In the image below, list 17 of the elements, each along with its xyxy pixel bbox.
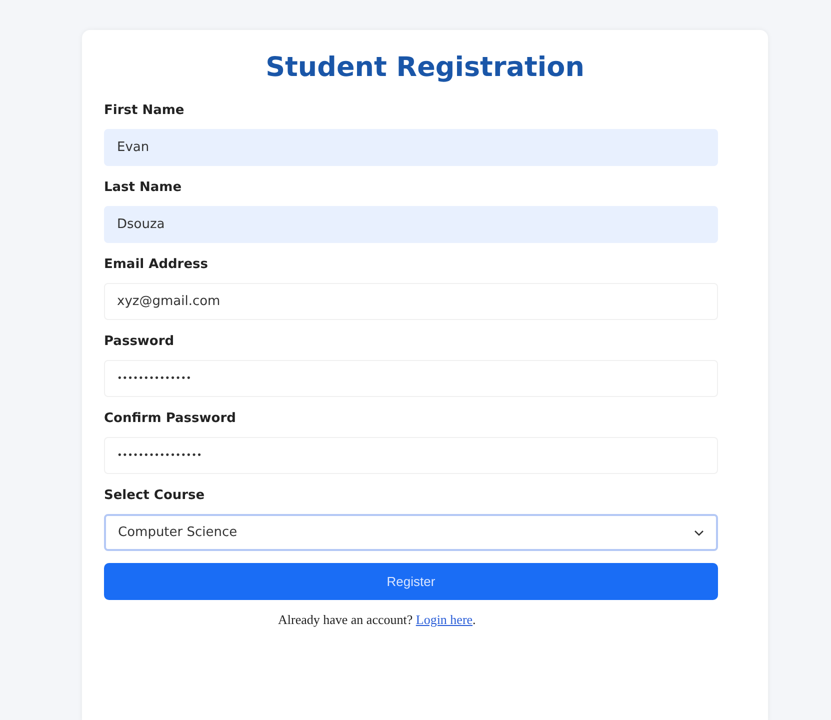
chevron-down-icon	[694, 530, 704, 536]
field-label: First Name	[104, 103, 184, 118]
register-button[interactable]: Register	[104, 563, 718, 600]
login-prompt: Already have an account? Login here.	[278, 612, 476, 628]
field-label: Select Course	[104, 488, 205, 503]
input-field[interactable]: Dsouza	[104, 206, 718, 243]
password-field[interactable]: ••••••••••••••	[104, 360, 718, 397]
password-field[interactable]: ••••••••••••••••	[104, 437, 718, 474]
field-label: Password	[104, 334, 174, 349]
field-label: Email Address	[104, 257, 208, 272]
input-field[interactable]: Evan	[104, 129, 718, 166]
login-link[interactable]: Login here	[416, 612, 473, 627]
input-field[interactable]: xyz@gmail.com	[104, 283, 718, 320]
field-label: Confirm Password	[104, 411, 236, 426]
field-label: Last Name	[104, 180, 182, 195]
course-select[interactable]: Computer Science	[104, 514, 718, 551]
form-title: Student Registration	[266, 52, 584, 83]
